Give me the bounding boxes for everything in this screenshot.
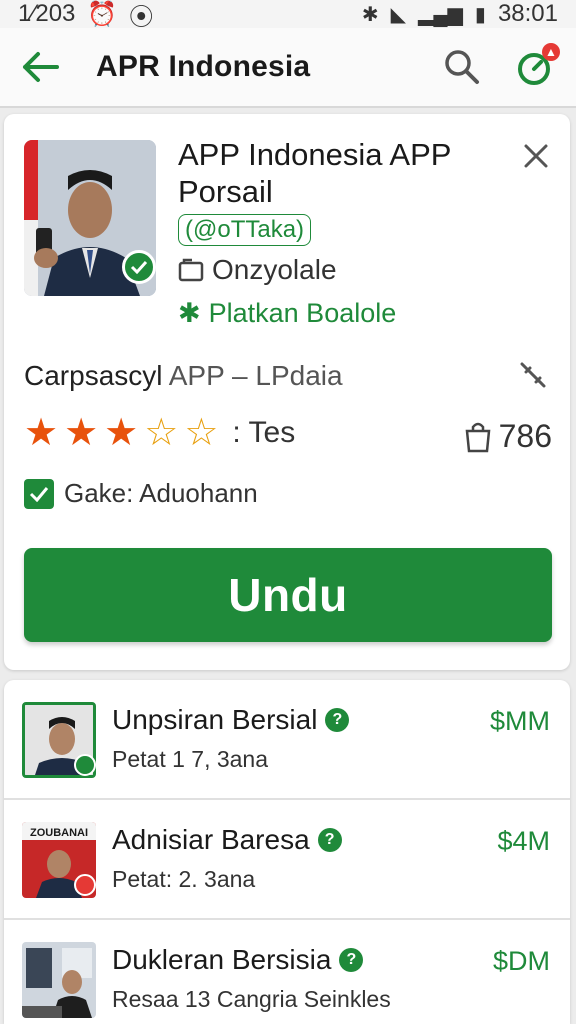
app-bar: APR Indonesia ▲ — [0, 28, 576, 108]
subtitle-rest: APP – LPdaia — [168, 360, 343, 391]
arrow-left-icon — [23, 52, 59, 82]
star-filled-icon[interactable]: ★ — [24, 414, 58, 452]
download-count-value: 786 — [498, 418, 552, 454]
developer-handle[interactable]: (@oTTaka) — [178, 214, 312, 246]
signal-icon: ▂▄▆ — [417, 3, 463, 26]
list-item-price: $DM — [492, 946, 550, 976]
alarm-icon: ⏰ — [87, 0, 118, 28]
rating-stars: ★ ★ ★ ☆ ☆ — [24, 414, 218, 452]
list-item[interactable]: Unpsiran Bersial ? Petat 1 7, 3ana $MM — [4, 680, 570, 800]
list-item-title: Unpsiran Bersial ? — [112, 704, 350, 736]
status-left-text: 1⁄203 — [18, 0, 76, 27]
terms-checkbox[interactable] — [24, 478, 54, 509]
terms-checkbox-label: Gake: Aduohann — [64, 478, 258, 508]
list-item-title-text: Unpsiran Bersial — [112, 704, 318, 735]
meta-platform: ✱ Platkan Boalole — [178, 298, 396, 329]
rating-row: ★ ★ ★ ☆ ☆ : Tes — [24, 414, 295, 452]
list-item-title: Dukleran Bersisia ? — [112, 944, 364, 976]
list-item[interactable]: Dukleran Bersisia ? Resaa 13 Cangria Sei… — [4, 920, 570, 1024]
list-item-badge — [74, 874, 96, 896]
office-photo — [22, 942, 96, 1018]
app-name: APP Indonesia APP Porsail — [178, 137, 451, 209]
search-icon — [445, 50, 479, 84]
verified-icon: ? — [339, 948, 364, 972]
list-item-title: Adnisiar Baresa ? — [112, 824, 342, 856]
check-icon — [29, 486, 49, 502]
back-button[interactable] — [18, 45, 62, 89]
star-filled-icon[interactable]: ★ — [104, 414, 138, 452]
notification-dot: ▲ — [542, 43, 560, 61]
close-icon — [524, 144, 548, 168]
clock: 38:01 — [497, 0, 558, 27]
list-item-price: $4M — [497, 826, 550, 856]
star-empty-icon[interactable]: ☆ — [184, 414, 218, 452]
subtitle-main: Carpsascyl — [24, 360, 163, 391]
list-item[interactable]: ZOUBANAI Adnisiar Baresa ? Petat: 2. 3an… — [4, 800, 570, 920]
terms-checkbox-row[interactable]: Gake: Aduohann — [24, 478, 258, 509]
list-item-subtitle: Resaa 13 Cangria Seinkles — [112, 986, 391, 1012]
folder-icon — [178, 258, 204, 282]
list-item-badge — [74, 754, 96, 776]
list-item-subtitle: Petat: 2. 3ana — [112, 866, 256, 892]
list-item-thumbnail — [22, 942, 96, 1018]
close-button[interactable] — [520, 140, 552, 172]
status-bar: 1⁄203 ⏰ ⦿ ✱ ◣ ▂▄▆ ▮ 38:01 — [0, 0, 576, 31]
check-icon — [130, 260, 148, 274]
verified-badge — [122, 250, 156, 284]
search-button[interactable] — [438, 43, 486, 91]
meta-category: Onzyolale — [178, 254, 337, 286]
download-count: 786 — [463, 418, 552, 455]
meta-category-label: Onzyolale — [212, 254, 337, 285]
star-filled-icon[interactable]: ★ — [64, 414, 98, 452]
list-item-price: $MM — [490, 706, 550, 736]
verified-icon: ? — [317, 828, 342, 852]
list-item-title-text: Dukleran Bersisia — [112, 944, 332, 975]
list-item-title-text: Adnisiar Baresa — [112, 824, 310, 855]
battery-icon: ▮ — [474, 3, 486, 26]
app-subtitle: Carpsascyl APP – LPdaia — [24, 360, 343, 392]
asterisk-icon: ✱ — [178, 298, 201, 328]
poster-title: ZOUBANAI — [30, 827, 88, 839]
location-icon: ⦿ — [129, 3, 154, 31]
star-empty-icon[interactable]: ☆ — [144, 414, 178, 452]
wifi-icon: ◣ — [390, 3, 406, 26]
tools-button[interactable] — [516, 358, 550, 392]
notifications-button[interactable]: ▲ — [510, 43, 560, 91]
related-apps-list: Unpsiran Bersial ? Petat 1 7, 3ana $MM Z… — [4, 680, 570, 1024]
verified-icon: ? — [325, 708, 350, 732]
meta-platform-label: Platkan Boalole — [208, 298, 397, 328]
page-title: APR Indonesia — [96, 50, 311, 83]
list-item-subtitle: Petat 1 7, 3ana — [112, 746, 269, 772]
bag-icon — [465, 422, 490, 452]
download-button[interactable]: Undu — [24, 548, 552, 642]
app-detail-card: APP Indonesia APP Porsail (@oTTaka) Onzy… — [4, 114, 570, 670]
wrench-icon — [520, 362, 546, 388]
bluetooth-icon: ✱ — [361, 3, 379, 26]
rating-label: : Tes — [232, 416, 296, 449]
